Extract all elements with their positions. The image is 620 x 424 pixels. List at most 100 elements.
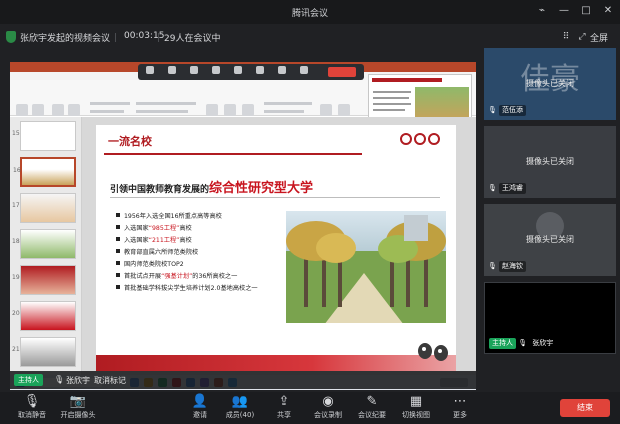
- cancel-mark-button[interactable]: 取消标记: [94, 375, 126, 386]
- participant-label: 🎙 王鸿睿: [488, 183, 526, 194]
- unmute-label: 取消静音: [18, 411, 46, 419]
- fullscreen-button[interactable]: 全屏: [590, 31, 608, 44]
- microphone-icon: 🎙: [23, 394, 41, 409]
- meeting-toolbar: 🎙 取消静音 📷 开启摄像头 👤 邀请 👥 成员(40) ⇪ 共享 ◉ 会议录制…: [0, 392, 620, 424]
- participant-name: 范伍添: [499, 105, 526, 116]
- fullscreen-icon[interactable]: ⤢: [576, 31, 588, 43]
- stop-sharing-button[interactable]: [328, 67, 356, 77]
- layout-icon[interactable]: ⠿: [560, 31, 572, 43]
- meeting-notes-button[interactable]: ✎ 会议纪要: [350, 394, 394, 422]
- slide-bullet: 入选国家“211工程”高校: [116, 235, 296, 247]
- record-button[interactable]: ◉ 会议录制: [306, 394, 350, 422]
- share-members-icon[interactable]: [190, 66, 198, 74]
- pin-icon[interactable]: ⌁: [534, 4, 550, 18]
- notes-icon: ✎: [366, 394, 378, 409]
- participant-tile-self[interactable]: 主持人 🎙 张欣宇: [484, 282, 616, 354]
- slide-bullet: 1956年入选全国16所重点高等高校: [116, 211, 296, 223]
- camera-off-text: 摄像头已关闭: [526, 79, 574, 88]
- slide-thumbnail[interactable]: 20: [12, 301, 76, 331]
- shared-screen: 15 16 17 18 19 20 21 一流名校 引领中国教师教育发展的综合性…: [10, 62, 476, 390]
- slide-subtitle-prefix: 引领中国教师教育发展的: [110, 185, 210, 195]
- slide-thumbnail[interactable]: 18: [12, 229, 76, 259]
- camera-off-text: 摄像头已关闭: [526, 235, 574, 244]
- share-screen-label: 共享: [277, 411, 291, 419]
- slide-thumbnail[interactable]: 17: [12, 193, 76, 223]
- start-video-button[interactable]: 📷 开启摄像头: [56, 394, 100, 422]
- record-label: 会议录制: [314, 411, 342, 419]
- slide-bullet: 国内师范类院校TOP2: [116, 259, 296, 271]
- slide-thumbnail[interactable]: 19: [12, 265, 76, 295]
- security-shield-icon[interactable]: [6, 31, 16, 43]
- share-screen-button[interactable]: ⇪ 共享: [262, 394, 306, 422]
- university-logo: [398, 131, 442, 163]
- share-camera-icon[interactable]: [168, 66, 176, 74]
- more-label: 更多: [453, 411, 467, 419]
- participant-large-name: 佳豪: [520, 62, 580, 97]
- start-video-label: 开启摄像头: [60, 411, 96, 419]
- sharer-label-bar: 主持人 🎙 张欣宇 取消标记: [10, 371, 476, 389]
- close-icon[interactable]: ✕: [600, 4, 616, 18]
- meeting-info-bar: 张欣宇发起的视频会议 00:03:15 29人在会议中 ⠿ ⤢ 全屏: [0, 26, 620, 48]
- participant-label: 主持人 🎙 张欣宇: [489, 338, 557, 349]
- slide-thumbnail[interactable]: 21: [12, 337, 76, 367]
- participant-panel: 佳豪 摄像头已关闭 🎙 范伍添 摄像头已关闭 🎙 王鸿睿 摄像头已关闭 🎙 赵海钦 主…: [482, 48, 620, 390]
- divider: [115, 33, 116, 42]
- participant-tile[interactable]: 摄像头已关闭 🎙 赵海钦: [484, 204, 616, 276]
- more-icon: ⋯: [453, 394, 467, 409]
- invite-label: 邀请: [193, 411, 207, 419]
- camera-icon: 📷: [69, 394, 87, 409]
- invite-button[interactable]: 👤 邀请: [178, 394, 222, 422]
- switch-view-button[interactable]: ▦ 切换视图: [394, 394, 438, 422]
- participants-count[interactable]: 29人在会议中: [164, 31, 220, 44]
- slide-bullet-list: 1956年入选全国16所重点高等高校 入选国家“985工程”高校 入选国家“21…: [116, 211, 296, 295]
- microphone-muted-icon: 🎙: [488, 262, 497, 270]
- share-more-icon[interactable]: [300, 66, 308, 74]
- divider: [158, 33, 159, 42]
- microphone-icon: 🎙: [54, 375, 65, 384]
- end-meeting-button[interactable]: 结束: [560, 399, 610, 417]
- view-icon: ▦: [409, 394, 423, 409]
- record-icon: ◉: [322, 394, 334, 409]
- sharer-name: 张欣宇: [66, 376, 90, 385]
- share-record-icon[interactable]: [234, 66, 242, 74]
- switch-view-label: 切换视图: [402, 411, 430, 419]
- slide-bullet: 教育部直属六所师范类院校: [116, 247, 296, 259]
- mascot-graphic: [414, 339, 452, 367]
- share-settings-icon[interactable]: [212, 66, 220, 74]
- microphone-muted-icon: 🎙: [488, 184, 497, 192]
- participant-label: 🎙 赵海钦: [488, 261, 526, 272]
- slide-subtitle-highlight: 综合性研究型大学: [209, 181, 314, 196]
- slide-thumbnail[interactable]: 15: [12, 121, 76, 151]
- slide-subtitle: 引领中国教师教育发展的综合性研究型大学: [110, 177, 313, 196]
- window-title: 腾讯会议: [291, 9, 328, 19]
- camera-off-text: 摄像头已关闭: [526, 157, 574, 166]
- members-button[interactable]: 👥 成员(40): [218, 394, 262, 422]
- participant-name: 张欣宇: [529, 338, 557, 349]
- meeting-window: 腾讯会议 ⌁ — □ ✕ 张欣宇发起的视频会议 00:03:15 29人在会议中…: [0, 0, 620, 424]
- meeting-title[interactable]: 张欣宇发起的视频会议: [20, 31, 110, 44]
- title-bar: 腾讯会议 ⌁ — □ ✕: [0, 0, 620, 24]
- host-badge: 主持人: [14, 374, 43, 386]
- slide-bullet: 入选国家“985工程”高校: [116, 223, 296, 235]
- slide-editor: 一流名校 引领中国教师教育发展的综合性研究型大学 1956年入选全国16所重点高…: [82, 117, 476, 375]
- minimize-icon[interactable]: —: [556, 4, 572, 18]
- slide-heading-rule: [104, 153, 362, 155]
- share-screen-icon: ⇪: [278, 394, 290, 409]
- screen-share-toolbar: [138, 64, 364, 80]
- participant-tile[interactable]: 摄像头已关闭 🎙 王鸿睿: [484, 126, 616, 198]
- slide-thumbnail[interactable]: 16: [13, 157, 76, 187]
- campus-photo: [286, 211, 446, 323]
- participant-tile[interactable]: 佳豪 摄像头已关闭 🎙 范伍添: [484, 48, 616, 120]
- participant-name: 王鸿睿: [499, 183, 526, 194]
- more-button[interactable]: ⋯ 更多: [438, 394, 482, 422]
- host-badge: 主持人: [489, 338, 516, 349]
- current-slide: 一流名校 引领中国教师教育发展的综合性研究型大学 1956年入选全国16所重点高…: [96, 125, 456, 371]
- slide-heading: 一流名校: [108, 135, 152, 148]
- members-icon: 👥: [231, 394, 249, 409]
- unmute-button[interactable]: 🎙 取消静音: [10, 394, 54, 422]
- maximize-icon[interactable]: □: [578, 4, 594, 18]
- slide-footer-band: [96, 355, 456, 371]
- share-annotate-icon[interactable]: [256, 66, 264, 74]
- share-mic-icon[interactable]: [146, 66, 154, 74]
- share-view-icon[interactable]: [278, 66, 286, 74]
